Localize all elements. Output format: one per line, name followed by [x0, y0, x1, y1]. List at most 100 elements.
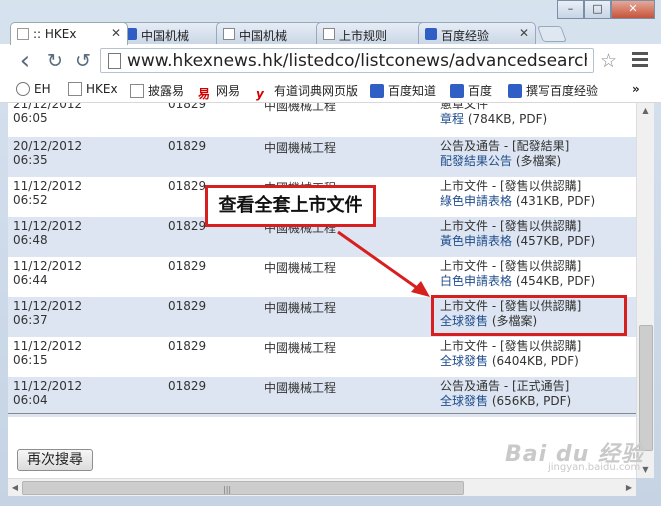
document-cell: 憲章文件 章程 (784KB, PDF) — [440, 103, 547, 127]
globe-icon — [16, 82, 30, 96]
document-meta: (431KB, PDF) — [512, 194, 596, 208]
bookmark-netease[interactable]: 易网易 — [198, 82, 240, 101]
search-results: 21/12/2012 06:05 01829 中國機械工程 憲章文件 章程 (784KB,… — [8, 103, 636, 478]
horizontal-scroll-thumb[interactable]: ||| — [22, 481, 464, 495]
reload-button[interactable]: ↻ — [44, 50, 66, 72]
close-tab-icon[interactable]: ✕ — [519, 26, 529, 40]
table-bottom-border — [8, 413, 636, 414]
scroll-left-icon[interactable]: ◀ — [8, 479, 22, 496]
maximize-button[interactable]: □ — [584, 0, 611, 19]
document-link[interactable]: 黃色申請表格 — [440, 234, 512, 248]
scroll-up-icon[interactable]: ▲ — [637, 103, 654, 119]
close-tab-icon[interactable]: ✕ — [111, 26, 121, 40]
stock-name: 中國機械工程 — [264, 103, 337, 113]
stock-name: 中國機械工程 — [264, 301, 337, 315]
document-category: 上市文件 - [發售以供認購] — [440, 179, 582, 193]
document-meta: (656KB, PDF) — [488, 394, 572, 408]
menu-icon[interactable] — [632, 52, 648, 70]
bookmark-baidu[interactable]: 百度 — [450, 82, 492, 99]
document-cell: 公告及通告 - [配發結果] 配發結果公告 (多檔案) — [440, 139, 569, 169]
baidu-paw-icon — [425, 28, 437, 40]
document-cell: 上市文件 - [發售以供認購] 全球發售 (6404KB, PDF) — [440, 339, 581, 369]
table-row: 11/12/2012 06:44 01829 中國機械工程 上市文件 - [發售以供認購… — [8, 257, 636, 297]
stock-name: 中國機械工程 — [264, 341, 337, 355]
vertical-scrollbar[interactable]: ▲ ▼ — [636, 103, 654, 478]
document-category: 公告及通告 - [配發結果] — [440, 139, 570, 153]
toolbar: ‹ ↻ ↺ www.hkexnews.hk/listedco/listconew… — [0, 44, 661, 79]
minimize-button[interactable]: – — [557, 0, 584, 19]
page-icon — [108, 53, 121, 69]
tab-label: 中国机械 — [239, 29, 288, 43]
document-meta: (457KB, PDF) — [512, 234, 596, 248]
document-meta: (多檔案) — [512, 154, 562, 168]
document-link[interactable]: 綠色申請表格 — [440, 194, 512, 208]
table-row: 11/12/2012 06:15 01829 中國機械工程 上市文件 - [發售以供認購… — [8, 337, 636, 377]
baidu-paw-icon — [508, 84, 522, 98]
search-again-button[interactable]: 再次搜尋 — [17, 449, 93, 471]
release-datetime: 11/12/2012 06:37 — [13, 299, 83, 327]
browser-window: – □ ✕ :: HKEx ✕ 中国机械 ✕ 中国机械 ✕ 上市规则 ✕ 百度经… — [0, 0, 661, 506]
document-category: 憲章文件 — [440, 103, 489, 111]
baidu-paw-icon — [370, 84, 384, 98]
document-cell: 上市文件 - [發售以供認購] 綠色申請表格 (431KB, PDF) — [440, 179, 595, 209]
stock-code: 01829 — [168, 219, 207, 233]
document-category: 上市文件 - [發售以供認購] — [440, 259, 582, 273]
document-category: 上市文件 - [發售以供認購] — [440, 339, 582, 353]
bookmarks-overflow-button[interactable]: » — [632, 82, 640, 96]
document-category: 上市文件 - [發售以供認購] — [440, 219, 582, 233]
bookmark-pilouyi[interactable]: 披露易 — [130, 82, 184, 99]
close-window-button[interactable]: ✕ — [611, 0, 655, 19]
annotation-callout: 查看全套上市文件 — [205, 185, 376, 227]
tab-baidu-jingyan[interactable]: 百度经验 ✕ — [418, 22, 536, 44]
horizontal-scrollbar[interactable]: ◀ ||| ▶ — [8, 478, 636, 496]
table-row: 20/12/2012 06:35 01829 中國機械工程 公告及通告 - [配發結果]… — [8, 137, 636, 177]
table-row: 11/12/2012 06:04 01829 中國機械工程 公告及通告 - [正式通告]… — [8, 377, 636, 417]
document-meta: (6404KB, PDF) — [488, 354, 579, 368]
tab-label: 中国机械 — [141, 29, 190, 43]
bookmark-hkex[interactable]: HKEx — [68, 82, 118, 96]
youdao-icon: y — [256, 87, 264, 101]
grip-icon: ||| — [223, 485, 232, 494]
page-icon — [223, 28, 235, 40]
bookmark-eh[interactable]: EH — [16, 82, 51, 96]
document-link[interactable]: 章程 — [440, 112, 464, 126]
annotation-highlight-box — [431, 295, 627, 336]
stock-code: 01829 — [168, 339, 207, 353]
release-datetime: 11/12/2012 06:15 — [13, 339, 83, 367]
stock-name: 中國機械工程 — [264, 141, 337, 155]
document-meta: (784KB, PDF) — [464, 112, 548, 126]
address-bar[interactable]: www.hkexnews.hk/listedco/listconews/adva… — [100, 48, 594, 73]
back-button[interactable]: ‹ — [14, 48, 36, 74]
stock-code: 01829 — [168, 103, 207, 111]
page-icon — [323, 28, 335, 40]
document-category: 公告及通告 - [正式通告] — [440, 379, 570, 393]
bookmarks-bar: EH HKEx 披露易 易网易 y 有道词典网页版 百度知道 百度 撰写百度经验 … — [0, 78, 661, 103]
url-text[interactable]: www.hkexnews.hk/listedco/listconews/adva… — [127, 51, 587, 71]
baidu-paw-icon — [450, 84, 464, 98]
vertical-scroll-thumb[interactable] — [639, 325, 653, 451]
tab-hkex[interactable]: :: HKEx ✕ — [10, 22, 128, 45]
document-cell: 上市文件 - [發售以供認購] 白色申請表格 (454KB, PDF) — [440, 259, 595, 289]
netease-icon: 易 — [198, 87, 211, 101]
home-button[interactable]: ↺ — [72, 50, 94, 72]
document-link[interactable]: 白色申請表格 — [440, 274, 512, 288]
document-meta: (454KB, PDF) — [512, 274, 596, 288]
document-cell: 上市文件 - [發售以供認購] 黃色申請表格 (457KB, PDF) — [440, 219, 595, 249]
release-datetime: 11/12/2012 06:52 — [13, 179, 83, 207]
document-cell: 公告及通告 - [正式通告] 全球發售 (656KB, PDF) — [440, 379, 571, 409]
page-icon — [130, 84, 144, 98]
release-datetime: 11/12/2012 06:44 — [13, 259, 83, 287]
release-datetime: 21/12/2012 06:05 — [13, 103, 83, 125]
bookmark-baidu-zhidao[interactable]: 百度知道 — [370, 82, 436, 99]
bookmark-write-jingyan[interactable]: 撰写百度经验 — [508, 82, 598, 99]
tab-label: 百度经验 — [441, 29, 490, 43]
tab-listing-rules[interactable]: 上市规则 ✕ — [316, 22, 434, 44]
bookmark-star-icon[interactable]: ☆ — [600, 50, 617, 72]
baidu-watermark-url: jingyan.baidu.com — [548, 462, 641, 473]
document-link[interactable]: 全球發售 — [440, 394, 488, 408]
bookmark-youdao[interactable]: y 有道词典网页版 — [256, 82, 358, 101]
document-link[interactable]: 全球發售 — [440, 354, 488, 368]
scroll-right-icon[interactable]: ▶ — [622, 479, 636, 496]
stock-code: 01829 — [168, 259, 207, 273]
document-link[interactable]: 配發結果公告 — [440, 154, 512, 168]
